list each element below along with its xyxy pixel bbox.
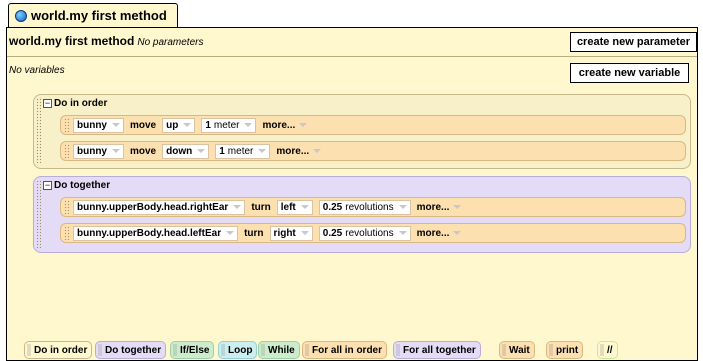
statement-grip[interactable] <box>64 226 71 240</box>
dropdown-arrow-icon <box>313 149 322 153</box>
method-name: world.my first method <box>9 34 135 48</box>
dropdown-arrow-icon <box>300 205 309 209</box>
do-together-header: − Do together <box>43 180 110 191</box>
object-dropdown[interactable]: bunny.upperBody.head.rightEar <box>73 199 246 215</box>
palette-grip <box>600 344 604 356</box>
method-header: world.my first method No parameters creat… <box>7 28 697 57</box>
direction-dropdown[interactable]: up <box>162 117 196 133</box>
dropdown-arrow-icon <box>258 149 267 153</box>
collapse-icon[interactable]: − <box>43 99 52 108</box>
palette-grip <box>27 344 31 356</box>
statement-row[interactable]: bunny move down 1 meter more... <box>60 141 686 161</box>
palette-comment[interactable]: // <box>597 341 618 359</box>
statement-row[interactable]: bunny move up 1 meter more... <box>60 115 686 135</box>
palette-grip <box>221 344 225 356</box>
verb-label: turn <box>244 227 264 239</box>
statement-grip[interactable] <box>64 144 71 158</box>
params-text: No parameters <box>137 37 204 48</box>
palette-grip <box>261 344 265 356</box>
more-dropdown[interactable]: more... <box>417 228 462 239</box>
palette-if-else[interactable]: If/Else <box>170 341 215 359</box>
direction-dropdown[interactable]: down <box>162 143 210 159</box>
more-dropdown[interactable]: more... <box>276 146 322 157</box>
block-grip[interactable] <box>36 180 41 249</box>
palette-do-together[interactable]: Do together <box>95 341 167 359</box>
dropdown-arrow-icon <box>398 205 407 209</box>
create-new-variable-button[interactable]: create new variable <box>570 63 689 83</box>
dropdown-arrow-icon <box>226 231 235 235</box>
palette-grip <box>173 344 177 356</box>
method-title: world.my first method No parameters <box>9 34 203 48</box>
amount-dropdown[interactable]: 1 meter <box>201 117 257 133</box>
more-dropdown[interactable]: more... <box>417 202 462 213</box>
statement-row[interactable]: bunny.upperBody.head.leftEar turn right … <box>60 223 686 243</box>
palette-grip <box>502 344 506 356</box>
method-tab-title: world.my first method <box>31 8 167 23</box>
palette-loop[interactable]: Loop <box>218 341 258 359</box>
method-editor: world.my first method No parameters creat… <box>6 27 698 361</box>
dropdown-arrow-icon <box>112 149 120 153</box>
do-in-order-header: − Do in order <box>43 98 107 109</box>
direction-dropdown[interactable]: left <box>276 199 313 215</box>
palette-wait[interactable]: Wait <box>499 341 535 359</box>
dropdown-arrow-icon <box>398 231 407 235</box>
palette-grip <box>396 344 400 356</box>
dropdown-arrow-icon <box>453 205 462 209</box>
do-together-label: Do together <box>54 180 111 191</box>
palette-grip <box>305 344 309 356</box>
variables-row: No variables create new variable <box>7 57 697 89</box>
statement-row[interactable]: bunny.upperBody.head.rightEar turn left … <box>60 197 686 217</box>
dropdown-arrow-icon <box>300 231 309 235</box>
amount-dropdown[interactable]: 1 meter <box>215 143 271 159</box>
statement-grip[interactable] <box>64 200 71 214</box>
do-in-order-block[interactable]: − Do in order bunny move up 1 meter more.… <box>33 94 691 169</box>
method-tab[interactable]: world.my first method <box>8 3 178 27</box>
create-new-parameter-button[interactable]: create new parameter <box>570 32 697 52</box>
block-grip[interactable] <box>36 98 41 165</box>
palette-do-in-order[interactable]: Do in order <box>24 341 93 359</box>
palette-while[interactable]: While <box>258 341 300 359</box>
dropdown-arrow-icon <box>299 123 308 127</box>
verb-label: turn <box>251 201 271 213</box>
palette-print[interactable]: print <box>546 341 584 359</box>
variables-text: No variables <box>9 65 65 76</box>
statement-grip[interactable] <box>64 118 71 132</box>
amount-dropdown[interactable]: 0.25 revolutions <box>318 225 411 241</box>
object-dropdown[interactable]: bunny <box>73 117 124 133</box>
palette-grip <box>549 344 553 356</box>
more-dropdown[interactable]: more... <box>262 120 308 131</box>
dropdown-arrow-icon <box>244 123 253 127</box>
dropdown-arrow-icon <box>453 231 462 235</box>
dropdown-arrow-icon <box>112 123 120 127</box>
object-dropdown[interactable]: bunny <box>73 143 124 159</box>
dropdown-arrow-icon <box>183 123 192 127</box>
amount-dropdown[interactable]: 0.25 revolutions <box>318 199 411 215</box>
palette-grip <box>98 344 102 356</box>
direction-dropdown[interactable]: right <box>269 225 313 241</box>
palette-for-all-in-order[interactable]: For all in order <box>302 341 388 359</box>
method-globe-icon <box>15 9 27 22</box>
do-in-order-label: Do in order <box>54 98 108 109</box>
dropdown-arrow-icon <box>233 205 242 209</box>
dropdown-arrow-icon <box>197 149 206 153</box>
verb-label: move <box>130 145 157 157</box>
collapse-icon[interactable]: − <box>43 181 52 190</box>
do-together-block[interactable]: − Do together bunny.upperBody.head.right… <box>33 176 691 253</box>
verb-label: move <box>130 119 157 131</box>
object-dropdown[interactable]: bunny.upperBody.head.leftEar <box>73 225 239 241</box>
palette-for-all-together[interactable]: For all together <box>393 341 481 359</box>
